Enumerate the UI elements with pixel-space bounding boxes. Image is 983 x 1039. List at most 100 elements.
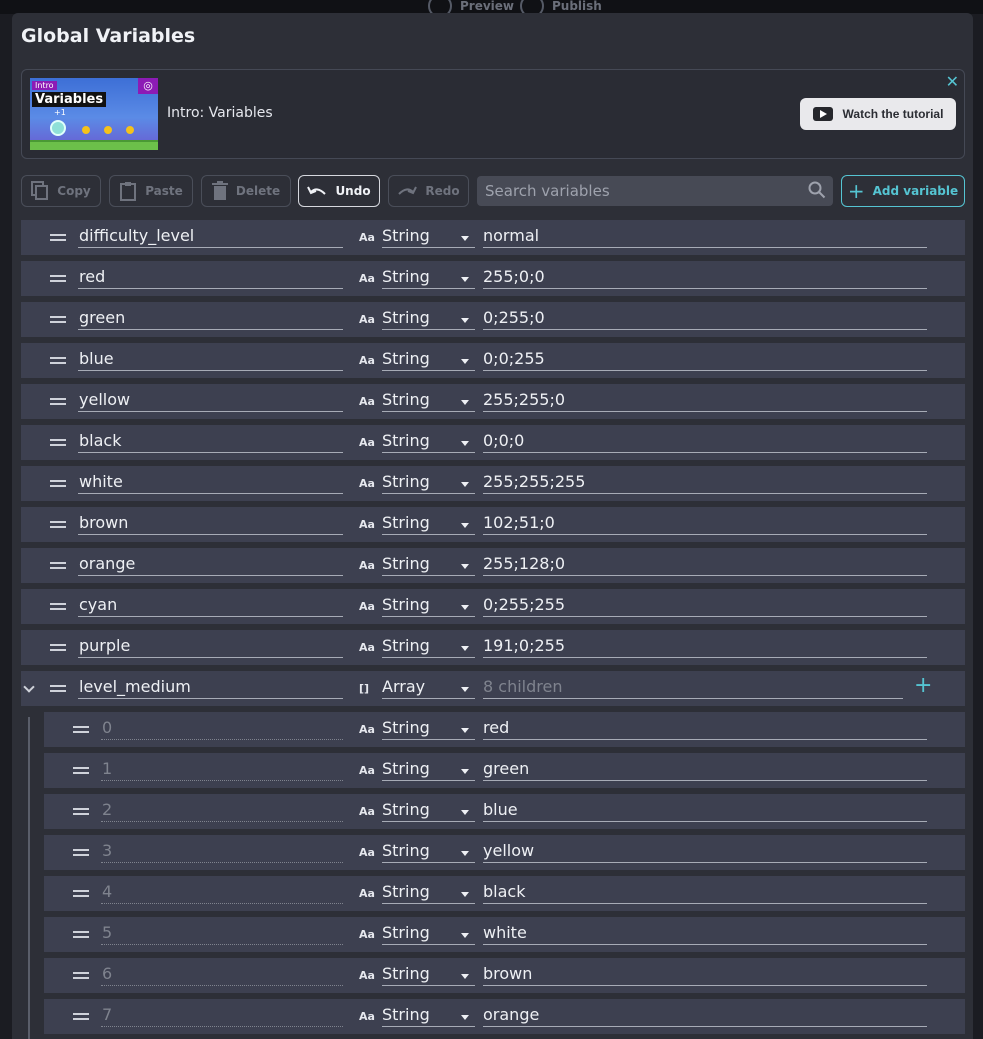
variable-value-field[interactable]: green — [483, 759, 927, 781]
variable-name-field[interactable]: cyan — [78, 595, 343, 617]
variable-value-field[interactable]: red — [483, 718, 927, 740]
type-select[interactable]: String — [382, 390, 475, 412]
drag-handle-icon[interactable] — [50, 316, 66, 323]
variable-name-field[interactable]: blue — [78, 349, 343, 371]
variable-name-field[interactable]: brown — [78, 513, 343, 535]
variable-value-field[interactable]: brown — [483, 964, 927, 986]
variable-name-field[interactable]: white — [78, 472, 343, 494]
variable-name-field[interactable]: black — [78, 431, 343, 453]
variable-row[interactable]: yellow Aa String 255;255;0 — [21, 384, 965, 419]
redo-button[interactable]: Redo — [388, 175, 469, 207]
variable-row[interactable]: difficulty_level Aa String normal — [21, 220, 965, 255]
type-select[interactable]: String — [382, 349, 475, 371]
variable-value-field[interactable]: 0;255;0 — [483, 308, 927, 330]
variable-value-field[interactable]: normal — [483, 226, 927, 248]
drag-handle-icon[interactable] — [50, 234, 66, 241]
type-select[interactable]: Array — [382, 677, 475, 699]
variable-row[interactable]: purple Aa String 191;0;255 — [21, 630, 965, 665]
watch-tutorial-button[interactable]: Watch the tutorial — [800, 98, 956, 130]
child-variable-row[interactable]: 6 Aa String brown — [44, 958, 965, 993]
variable-name-field[interactable]: level_medium — [78, 677, 343, 699]
type-select[interactable]: String — [382, 431, 475, 453]
type-select[interactable]: String — [382, 308, 475, 330]
drag-handle-icon[interactable] — [50, 357, 66, 364]
child-variable-row[interactable]: 1 Aa String green — [44, 753, 965, 788]
drag-handle-icon[interactable] — [50, 480, 66, 487]
type-select[interactable]: String — [382, 554, 475, 576]
variable-row-array[interactable]: level_medium [] Array 8 children + — [21, 671, 965, 706]
variable-value-field[interactable]: 191;0;255 — [483, 636, 927, 658]
variable-row[interactable]: black Aa String 0;0;0 — [21, 425, 965, 460]
variable-name-field[interactable]: green — [78, 308, 343, 330]
search-input[interactable] — [477, 176, 833, 206]
variable-row[interactable]: brown Aa String 102;51;0 — [21, 507, 965, 542]
variable-value-field[interactable]: yellow — [483, 841, 927, 863]
child-variable-row[interactable]: 0 Aa String red — [44, 712, 965, 747]
variable-value-field[interactable]: white — [483, 923, 927, 945]
tutorial-thumbnail[interactable]: Intro Variables ◎ +1 — [30, 78, 158, 150]
child-variable-row[interactable]: 3 Aa String yellow — [44, 835, 965, 870]
add-variable-button[interactable]: + Add variable — [841, 175, 965, 207]
type-select[interactable]: String — [382, 882, 475, 904]
child-variable-row[interactable]: 4 Aa String black — [44, 876, 965, 911]
drag-handle-icon[interactable] — [50, 562, 66, 569]
variable-row[interactable]: cyan Aa String 0;255;255 — [21, 589, 965, 624]
type-select[interactable]: String — [382, 964, 475, 986]
drag-handle-icon[interactable] — [50, 398, 66, 405]
type-select[interactable]: String — [382, 800, 475, 822]
drag-handle-icon[interactable] — [73, 931, 89, 938]
drag-handle-icon[interactable] — [73, 890, 89, 897]
type-select[interactable]: String — [382, 226, 475, 248]
variable-name-field[interactable]: orange — [78, 554, 343, 576]
child-variable-row[interactable]: 2 Aa String blue — [44, 794, 965, 829]
variable-value-field[interactable]: 0;0;255 — [483, 349, 927, 371]
variable-name-field[interactable]: yellow — [78, 390, 343, 412]
type-select[interactable]: String — [382, 267, 475, 289]
drag-handle-icon[interactable] — [50, 439, 66, 446]
variable-value-field[interactable]: 102;51;0 — [483, 513, 927, 535]
variable-name-field[interactable]: purple — [78, 636, 343, 658]
variable-value-field[interactable]: 255;255;0 — [483, 390, 927, 412]
variable-row[interactable]: blue Aa String 0;0;255 — [21, 343, 965, 378]
paste-button[interactable]: Paste — [109, 175, 193, 207]
variable-name-field[interactable]: red — [78, 267, 343, 289]
variable-value-field[interactable]: 255;255;255 — [483, 472, 927, 494]
type-select[interactable]: String — [382, 595, 475, 617]
add-child-icon[interactable]: + — [914, 673, 932, 698]
variable-name-field[interactable]: difficulty_level — [78, 226, 343, 248]
drag-handle-icon[interactable] — [73, 849, 89, 856]
type-select[interactable]: String — [382, 718, 475, 740]
drag-handle-icon[interactable] — [50, 603, 66, 610]
variable-row[interactable]: orange Aa String 255;128;0 — [21, 548, 965, 583]
close-icon[interactable]: ✕ — [946, 72, 959, 91]
variable-row[interactable]: red Aa String 255;0;0 — [21, 261, 965, 296]
variable-value-field[interactable]: black — [483, 882, 927, 904]
drag-handle-icon[interactable] — [73, 726, 89, 733]
drag-handle-icon[interactable] — [73, 1013, 89, 1020]
drag-handle-icon[interactable] — [50, 644, 66, 651]
type-select[interactable]: String — [382, 923, 475, 945]
type-select[interactable]: String — [382, 636, 475, 658]
drag-handle-icon[interactable] — [73, 972, 89, 979]
child-variable-row[interactable]: 5 Aa String white — [44, 917, 965, 952]
type-select[interactable]: String — [382, 841, 475, 863]
chevron-down-icon[interactable] — [23, 681, 35, 693]
type-select[interactable]: String — [382, 513, 475, 535]
child-variable-row[interactable]: 7 Aa String orange — [44, 999, 965, 1034]
variable-value-field[interactable]: 255;0;0 — [483, 267, 927, 289]
type-select[interactable]: String — [382, 472, 475, 494]
type-select[interactable]: String — [382, 759, 475, 781]
drag-handle-icon[interactable] — [50, 275, 66, 282]
variable-value-field[interactable]: 0;0;0 — [483, 431, 927, 453]
variable-value-field[interactable]: 0;255;255 — [483, 595, 927, 617]
search-icon[interactable] — [808, 181, 826, 199]
drag-handle-icon[interactable] — [73, 808, 89, 815]
drag-handle-icon[interactable] — [73, 767, 89, 774]
variable-value-field[interactable]: orange — [483, 1005, 927, 1027]
type-select[interactable]: String — [382, 1005, 475, 1027]
variable-row[interactable]: white Aa String 255;255;255 — [21, 466, 965, 501]
undo-button[interactable]: Undo — [298, 175, 380, 207]
delete-button[interactable]: Delete — [201, 175, 291, 207]
drag-handle-icon[interactable] — [50, 685, 66, 692]
copy-button[interactable]: Copy — [21, 175, 101, 207]
